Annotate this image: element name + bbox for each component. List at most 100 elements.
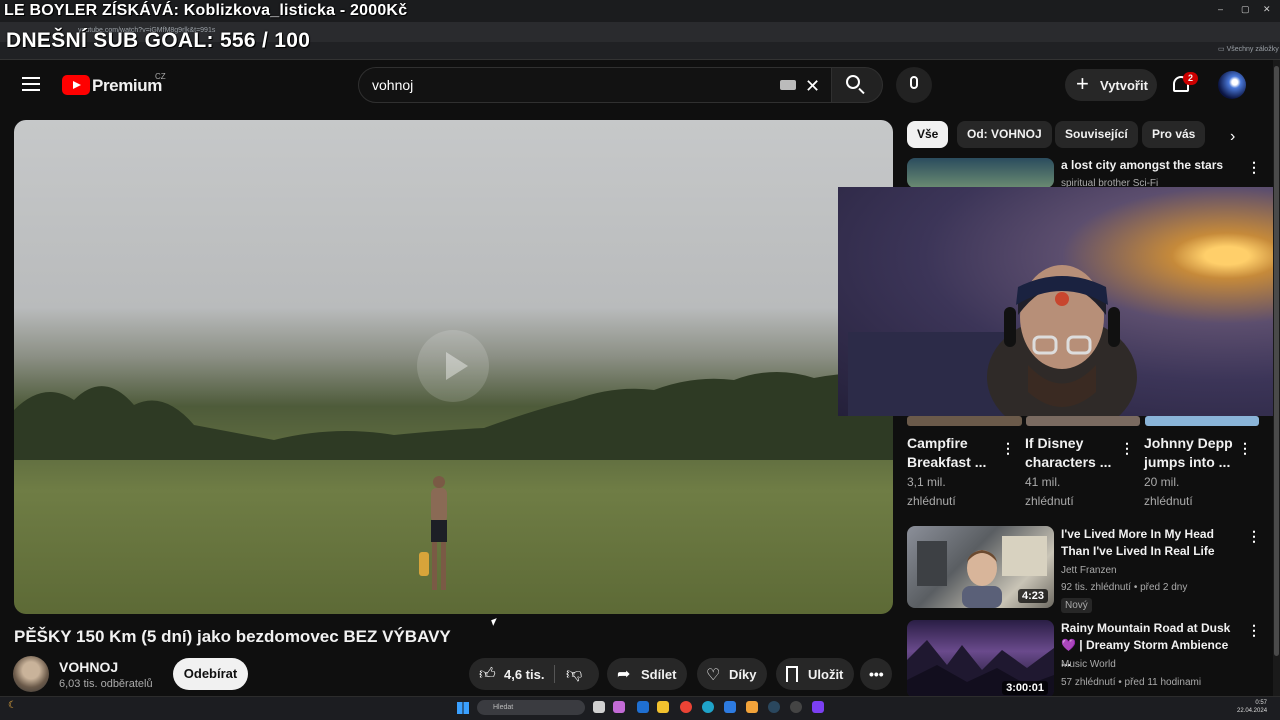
- clock-time: 0:57: [1255, 700, 1268, 706]
- all-bookmarks-link[interactable]: ▭ Všechny záložky: [1218, 45, 1279, 53]
- account-avatar[interactable]: [1218, 71, 1246, 99]
- windows-start-icon[interactable]: [457, 702, 469, 714]
- short2-more-icon[interactable]: ⋮: [1120, 440, 1134, 457]
- rec2-channel[interactable]: Jett Franzen: [1061, 563, 1117, 579]
- short2-title[interactable]: If Disney characters ...: [1025, 434, 1111, 472]
- bookmark-icon: [786, 666, 798, 682]
- super-thanks-icon: ♡: [706, 667, 721, 684]
- thumbs-down-icon[interactable]: 👎︎: [566, 665, 582, 684]
- channel-name[interactable]: VOHNOJ: [59, 659, 118, 675]
- rec1-more-icon[interactable]: ⋮: [1247, 159, 1261, 176]
- rec3-title-line1: Rainy Mountain Road at Dusk: [1061, 621, 1231, 635]
- new-badge: Nový: [1061, 598, 1092, 613]
- short3-views-line1: 20 mil.: [1144, 475, 1180, 489]
- short3-title[interactable]: Johnny Depp jumps into ...: [1144, 434, 1233, 472]
- folder-icon: ▭: [1218, 46, 1227, 53]
- share-arrow-icon: ➦: [617, 666, 631, 683]
- maximize-button[interactable]: ▢: [1241, 4, 1250, 15]
- store-icon[interactable]: [637, 701, 649, 713]
- country-code: CZ: [155, 72, 166, 81]
- short3-more-icon[interactable]: ⋮: [1238, 440, 1252, 457]
- rec1-thumbnail[interactable]: [907, 158, 1054, 188]
- search-input[interactable]: vohnoj: [372, 77, 752, 93]
- short2-views-line1: 41 mil.: [1025, 475, 1061, 489]
- hamburger-menu-icon[interactable]: [22, 77, 40, 91]
- chrome-icon[interactable]: [680, 701, 692, 713]
- edge-icon[interactable]: [702, 701, 714, 713]
- steam-icon[interactable]: [768, 701, 780, 713]
- short1-title[interactable]: Campfire Breakfast ...: [907, 434, 986, 472]
- chip-all[interactable]: Vše: [907, 121, 949, 148]
- channel-avatar[interactable]: [13, 656, 49, 692]
- microphone-icon[interactable]: [910, 76, 918, 89]
- minimize-button[interactable]: –: [1218, 4, 1223, 14]
- chip-related[interactable]: Související: [1055, 121, 1138, 148]
- share-label: Sdílet: [641, 667, 677, 682]
- plus-icon: +: [1076, 71, 1089, 96]
- thanks-label: Díky: [729, 667, 757, 682]
- rec3-meta: 57 zhlédnutí • před 11 hodinami: [1061, 677, 1202, 688]
- scrollbar-thumb[interactable]: [1274, 66, 1279, 656]
- app-icon[interactable]: [724, 701, 736, 713]
- short1-title-line1: Campfire: [907, 435, 968, 451]
- short2-views: 41 mil. zhlédnutí: [1025, 473, 1074, 511]
- notification-badge: 2: [1183, 72, 1198, 85]
- short1-title-line2: Breakfast ...: [907, 454, 987, 470]
- rec3-channel[interactable]: Music World: [1061, 657, 1116, 673]
- cloud-icon[interactable]: [746, 701, 758, 713]
- obs-icon[interactable]: [790, 701, 802, 713]
- short1-views-line2: zhlédnutí: [907, 494, 956, 508]
- chip-from-channel[interactable]: Od: VOHNOJ: [957, 121, 1052, 148]
- thumbs-up-icon[interactable]: 👍︎: [479, 665, 496, 684]
- all-bookmarks-label: Všechny záložky: [1226, 46, 1279, 53]
- play-button-icon[interactable]: [417, 330, 489, 402]
- short3-title-line2: jumps into ...: [1144, 454, 1231, 470]
- taskbar-search-input[interactable]: Hledat: [477, 700, 585, 715]
- rec1-title[interactable]: a lost city amongst the stars: [1061, 157, 1223, 174]
- weather-moon-icon[interactable]: ☾: [8, 700, 17, 711]
- clock-date: 22.04.2024: [1237, 708, 1268, 714]
- mouse-cursor-icon: [491, 618, 499, 626]
- like-divider: [554, 665, 555, 683]
- donation-overlay: LE BOYLER ZÍSKÁVÁ: Koblizkova_listicka -…: [4, 2, 408, 19]
- search-icon[interactable]: [846, 75, 860, 89]
- rec2-title-line1: I've Lived More In My Head: [1061, 527, 1214, 541]
- rec2-duration: 4:23: [1017, 589, 1048, 603]
- close-window-button[interactable]: ✕: [1263, 4, 1271, 15]
- short2-views-line2: zhlédnutí: [1025, 494, 1074, 508]
- chip-for-you[interactable]: Pro vás: [1142, 121, 1206, 148]
- walking-person-image: [419, 476, 447, 590]
- short2-title-line2: characters ...: [1025, 454, 1112, 470]
- short3-title-line1: Johnny Depp: [1144, 435, 1233, 451]
- short1-views: 3,1 mil. zhlédnutí: [907, 473, 956, 511]
- rec2-more-icon[interactable]: ⋮: [1247, 528, 1261, 545]
- youtube-premium-label[interactable]: Premium: [92, 76, 162, 96]
- rec2-thumbnail[interactable]: 4:23: [907, 526, 1054, 608]
- video-title: PĚŠKY 150 Km (5 dní) jako bezdomovec BEZ…: [14, 627, 451, 646]
- chevron-right-icon[interactable]: ›: [1230, 128, 1235, 146]
- create-label: Vytvořit: [1100, 78, 1148, 93]
- keyboard-icon[interactable]: [780, 80, 796, 90]
- youtube-logo-icon[interactable]: [62, 75, 90, 95]
- rec3-thumbnail[interactable]: 3:00:01: [907, 620, 1054, 698]
- clear-search-icon[interactable]: ✕: [805, 76, 820, 97]
- copilot-icon[interactable]: [613, 701, 625, 713]
- discord-icon[interactable]: [812, 701, 824, 713]
- rec2-title[interactable]: I've Lived More In My Head Than I've Liv…: [1061, 526, 1236, 560]
- short1-more-icon[interactable]: ⋮: [1001, 440, 1015, 457]
- subscriber-count: 6,03 tis. odběratelů: [59, 678, 153, 690]
- video-player[interactable]: [14, 120, 893, 614]
- webcam-overlay: [838, 187, 1280, 416]
- save-label: Uložit: [808, 667, 844, 682]
- taskbar-clock[interactable]: 0:57 22.04.2024: [1237, 699, 1267, 715]
- rec3-duration: 3:00:01: [1002, 681, 1048, 695]
- like-count[interactable]: 4,6 tis.: [504, 667, 544, 682]
- rec3-more-icon[interactable]: ⋮: [1247, 622, 1261, 639]
- sub-goal-overlay: DNEŠNÍ SUB GOAL: 556 / 100: [6, 29, 311, 52]
- task-view-icon[interactable]: [593, 701, 605, 713]
- short2-title-line1: If Disney: [1025, 435, 1084, 451]
- subscribe-button[interactable]: Odebírat: [173, 658, 248, 690]
- shorts-thumbnail-strip[interactable]: [907, 416, 1259, 426]
- file-explorer-icon[interactable]: [657, 701, 669, 713]
- streamer-webcam-image: [848, 265, 1137, 416]
